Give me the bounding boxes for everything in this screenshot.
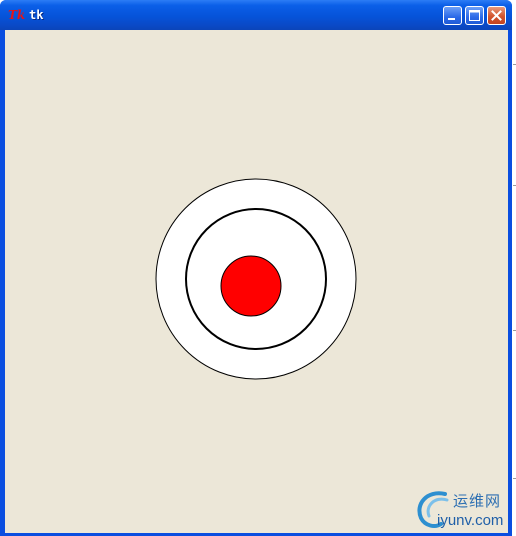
- minimize-button[interactable]: [443, 6, 462, 25]
- minimize-icon: [448, 18, 455, 20]
- window-title: tk: [29, 8, 44, 22]
- maximize-button[interactable]: [465, 6, 484, 25]
- app-window: Tk tk: [0, 0, 512, 536]
- tk-canvas[interactable]: [5, 30, 508, 533]
- tk-logo-icon: Tk: [8, 8, 26, 22]
- center-dot: [220, 255, 282, 317]
- close-button[interactable]: [487, 6, 506, 25]
- maximize-icon: [469, 10, 480, 21]
- canvas-drawing: [155, 178, 357, 380]
- watermark-logo: 运维网 iyunv.com: [415, 488, 511, 532]
- watermark-chinese-text: 运维网: [453, 492, 502, 510]
- title-bar[interactable]: Tk tk: [0, 0, 512, 30]
- watermark-site-text: iyunv.com: [437, 512, 504, 529]
- background-edge: [512, 0, 516, 536]
- close-icon: [491, 10, 502, 21]
